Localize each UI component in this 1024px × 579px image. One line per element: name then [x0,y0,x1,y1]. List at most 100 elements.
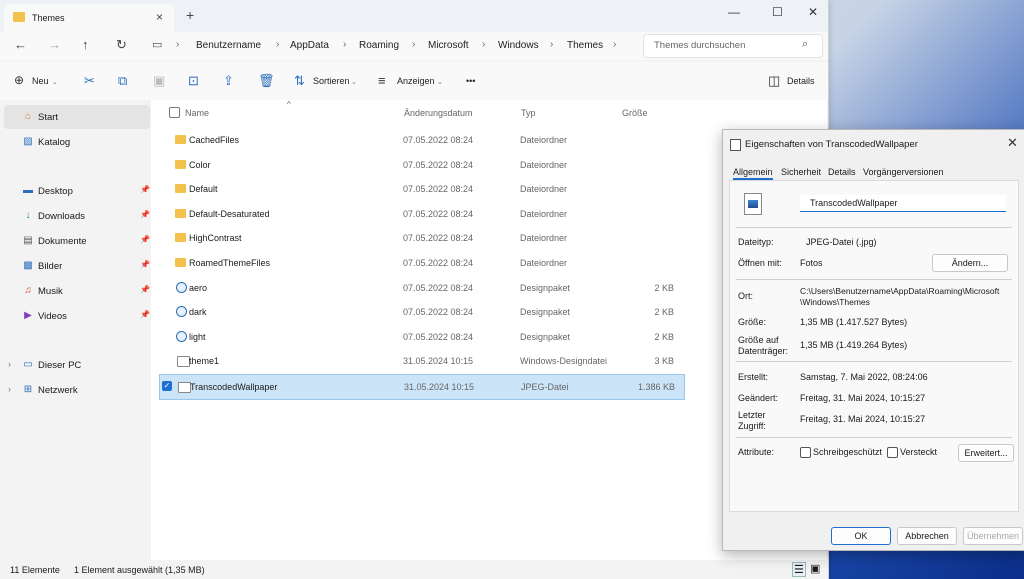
sort-button[interactable]: Sortieren [313,76,350,86]
tab-previous-versions[interactable]: Vorgängerversionen [863,167,944,177]
file-date: 31.05.2024 10:15 [403,356,474,367]
breadcrumb-separator[interactable]: › [412,39,415,50]
pin-icon[interactable]: 📌 [140,310,150,319]
sidebar-item-start[interactable]: ⌂ Start [4,105,150,129]
table-row[interactable]: ✓ TranscodedWallpaper 31.05.2024 10:15 JPEG… [159,374,685,400]
details-view-icon[interactable]: ☰ [792,562,806,577]
sidebar-item-network[interactable]: › ⊞ Netzwerk [4,378,150,402]
breadcrumb-separator[interactable]: › [276,39,279,50]
column-header-size[interactable]: Größe [622,108,648,118]
table-row[interactable]: Default-Desaturated 07.05.2022 08:24 Datei… [159,202,683,226]
paste-icon[interactable]: ▣ [153,73,165,89]
pin-icon[interactable]: 📌 [140,185,150,194]
readonly-checkbox[interactable] [800,447,811,458]
sidebar-item-this-pc[interactable]: › ▭ Dieser PC [4,353,150,377]
pin-icon[interactable]: 📌 [140,210,150,219]
column-header-name[interactable]: Name [185,108,209,118]
file-date: 07.05.2022 08:24 [403,208,474,219]
breadcrumb-item[interactable]: AppData [290,40,329,51]
sidebar-item-music[interactable]: ♫ Musik 📌 [4,279,150,303]
details-pane-icon[interactable]: ◫ [768,73,780,89]
pin-icon[interactable]: 📌 [140,235,150,244]
view-icon[interactable]: ≡ [378,73,386,88]
up-icon[interactable]: ↑ [82,37,89,52]
maximize-button[interactable]: ☐ [772,5,783,19]
chevron-down-icon[interactable]: ⌄ [52,78,58,86]
row-checkbox[interactable]: ✓ [162,381,172,391]
more-options-button[interactable]: ••• [466,76,475,86]
search-input[interactable]: Themes durchsuchen ⌕ [643,34,823,58]
refresh-icon[interactable]: ↻ [116,37,127,53]
close-window-button[interactable]: ✕ [808,5,818,19]
pc-icon[interactable]: ▭ [152,38,162,51]
tab-general[interactable]: Allgemein [733,167,773,180]
new-tab-button[interactable]: + [186,7,194,23]
details-button[interactable]: Details [787,76,815,86]
new-button[interactable]: Neu [32,76,49,86]
breadcrumb-separator[interactable]: › [343,39,346,50]
pin-icon[interactable]: 📌 [140,285,150,294]
cut-icon[interactable]: ✂ [84,73,95,89]
sidebar-item-documents[interactable]: ▤ Dokumente 📌 [4,229,150,253]
sidebar-item-catalog[interactable]: ▨ Katalog [4,130,150,154]
file-size: 2 KB [654,282,674,293]
table-row[interactable]: CachedFiles 07.05.2022 08:24 Dateiordner [159,128,683,152]
breadcrumb-item[interactable]: Themes [567,40,603,51]
column-header-type[interactable]: Typ [521,108,536,118]
sidebar-item-videos[interactable]: ▶ Videos 📌 [4,304,150,328]
breadcrumb-item[interactable]: Benutzername [196,40,261,51]
breadcrumb-separator[interactable]: › [550,39,553,50]
close-dialog-button[interactable]: ✕ [1007,135,1018,151]
breadcrumb-item[interactable]: Microsoft [428,40,469,51]
filename-field[interactable]: TranscodedWallpaper [800,195,1006,212]
copy-icon[interactable]: ⧉ [118,73,127,89]
chevron-down-icon[interactable]: ⌄ [351,78,357,86]
tab-security[interactable]: Sicherheit [781,167,821,177]
share-icon[interactable]: ⇪ [223,73,234,89]
sidebar-item-downloads[interactable]: ↓ Downloads 📌 [4,204,150,228]
breadcrumb-separator[interactable]: › [482,39,485,50]
breadcrumb-item[interactable]: Roaming [359,40,399,51]
chevron-down-icon[interactable]: ⌄ [437,78,443,86]
table-row[interactable]: Color 07.05.2022 08:24 Dateiordner [159,153,683,177]
select-all-checkbox[interactable] [169,107,180,118]
cancel-button[interactable]: Abbrechen [897,527,957,545]
ok-button[interactable]: OK [831,527,891,545]
advanced-button[interactable]: Erweitert... [958,444,1014,462]
breadcrumb-separator[interactable]: › [176,39,179,50]
breadcrumb-separator[interactable]: › [613,39,616,50]
back-icon[interactable]: ← [14,37,27,52]
table-row[interactable]: RoamedThemeFiles 07.05.2022 08:24 Dateiord… [159,251,683,275]
chevron-right-icon[interactable]: › [8,359,11,369]
apply-button[interactable]: Übernehmen [963,527,1023,545]
forward-icon[interactable]: → [48,37,61,52]
pin-icon[interactable]: 📌 [140,260,150,269]
file-name: theme1 [189,356,220,367]
table-row[interactable]: theme1 31.05.2024 10:15 Windows-Designdate… [159,349,683,373]
sidebar-item-desktop[interactable]: ▬ Desktop 📌 [4,179,150,203]
column-header-date[interactable]: Änderungsdatum [404,108,473,118]
minimize-button[interactable]: — [728,5,740,19]
hidden-checkbox[interactable] [887,447,898,458]
table-row[interactable]: Default 07.05.2022 08:24 Dateiordner [159,177,683,201]
tab-themes[interactable]: Themes × [4,4,174,32]
file-type: Dateiordner [520,208,568,219]
tiles-view-icon[interactable]: ▣ [810,562,820,575]
chevron-right-icon[interactable]: › [8,384,11,394]
sidebar-item-pictures[interactable]: ▩ Bilder 📌 [4,254,150,278]
view-button[interactable]: Anzeigen [397,76,435,86]
table-row[interactable]: HighContrast 07.05.2022 08:24 Dateiordner [159,226,683,250]
delete-icon[interactable]: 🗑 [258,73,275,89]
rename-icon[interactable]: ⊡ [188,73,199,89]
table-row[interactable]: light 07.05.2022 08:24 Designpaket 2 KB [159,325,683,349]
close-tab-icon[interactable]: × [156,10,163,24]
folder-icon [175,233,186,243]
table-row[interactable]: aero 07.05.2022 08:24 Designpaket 2 KB [159,276,683,300]
sort-icon[interactable]: ⇅ [294,73,305,89]
tab-details[interactable]: Details [828,167,856,177]
new-icon[interactable]: ⊕ [14,73,24,87]
change-button[interactable]: Ändern... [932,254,1008,272]
breadcrumb-item[interactable]: Windows [498,40,539,51]
table-row[interactable]: dark 07.05.2022 08:24 Designpaket 2 KB [159,300,683,324]
status-bar: 11 Elemente 1 Element ausgewählt (1,35 M… [0,560,828,579]
